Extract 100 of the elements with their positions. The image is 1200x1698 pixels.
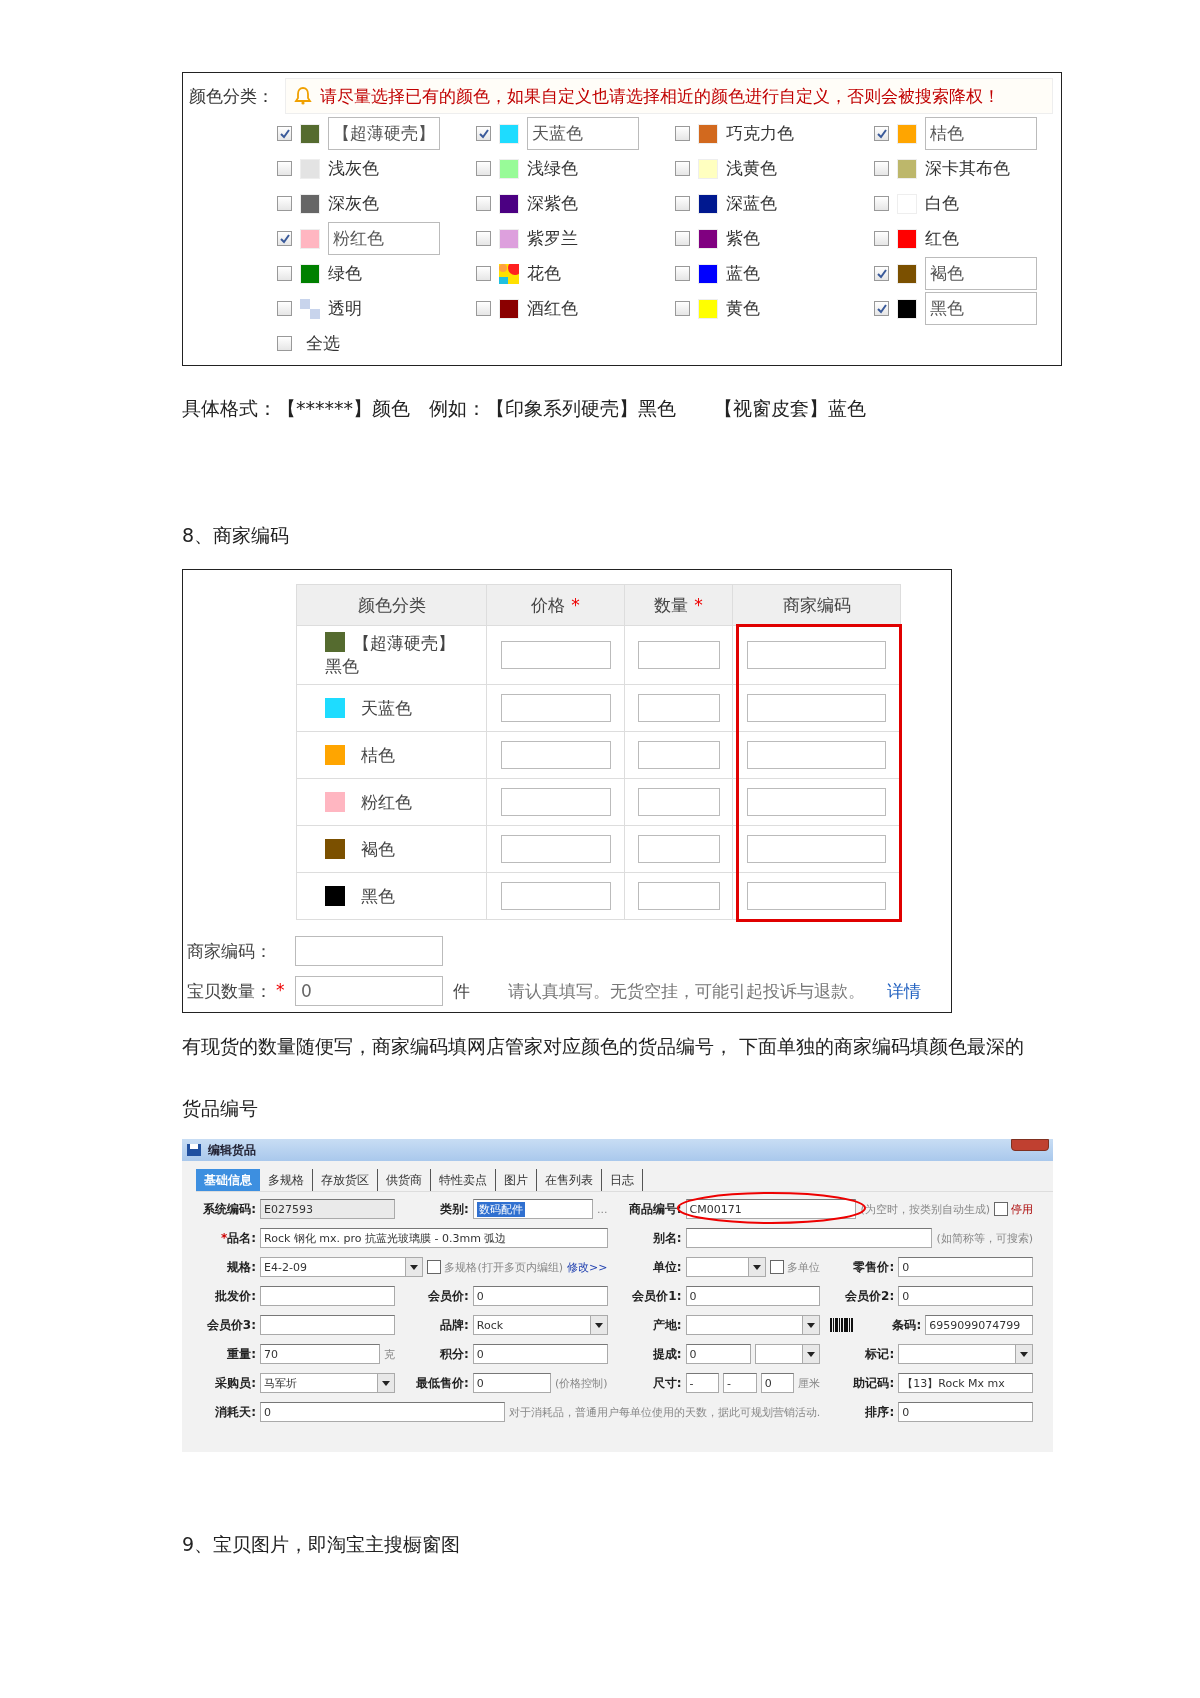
text-field[interactable]: 70: [260, 1344, 380, 1364]
field-label: 提成:: [652, 1346, 682, 1361]
text-field[interactable]: 0: [260, 1402, 505, 1422]
required-mark: *: [276, 979, 285, 1002]
color-name: 【超薄硬壳】黑色: [325, 632, 456, 678]
color-name-field[interactable]: 天蓝色: [527, 117, 639, 150]
details-link[interactable]: 详情: [887, 979, 921, 1003]
field-label: 别名:: [652, 1230, 682, 1245]
text-field[interactable]: CM00171: [685, 1199, 857, 1219]
dropdown[interactable]: E4-2-09: [260, 1257, 424, 1277]
field-label: 尺寸:: [652, 1375, 682, 1390]
tab[interactable]: 多规格: [260, 1169, 313, 1191]
color-name: 褐色: [361, 837, 395, 861]
color-name: 浅灰色: [328, 157, 379, 180]
color-name: 黑色: [361, 884, 395, 908]
field-label: 批发价:: [215, 1288, 256, 1303]
text-field[interactable]: -: [685, 1373, 720, 1393]
field-label: 排序:: [865, 1404, 895, 1419]
hint-text: 请认真填写。无货空挂，可能引起投诉与退款。: [508, 979, 865, 1003]
column-header: 价格 *: [487, 585, 625, 626]
color-name: 花色: [527, 262, 561, 285]
text-field[interactable]: Rock 钢化 mx. pro 抗蓝光玻璃膜 - 0.3mm 弧边: [260, 1228, 608, 1248]
color-name: 粉红色: [361, 790, 412, 814]
field-label: 会员价2:: [845, 1288, 895, 1303]
input-field[interactable]: 0: [295, 976, 443, 1006]
field-label: 规格:: [227, 1259, 256, 1274]
hint-text: (价格控制): [554, 1375, 608, 1391]
color-name: 巧克力色: [726, 122, 794, 145]
text-field[interactable]: 0: [472, 1286, 608, 1306]
window-title: 编辑货品: [208, 1141, 256, 1159]
color-name-field[interactable]: 褐色: [925, 257, 1037, 290]
color-name: 深卡其布色: [925, 157, 1010, 180]
tab[interactable]: 图片: [496, 1169, 537, 1191]
field-label: 会员价3:: [206, 1317, 256, 1332]
unit-label: ...: [597, 1202, 608, 1216]
text-field[interactable]: 0: [760, 1373, 795, 1393]
color-name: 深灰色: [328, 192, 379, 215]
field-label: 单位:: [652, 1259, 682, 1274]
tab[interactable]: 存放货区: [313, 1169, 378, 1191]
text-field[interactable]: 【13】Rock Mx mx: [898, 1373, 1033, 1393]
field-label: 采购员:: [215, 1375, 256, 1390]
field-label: 助记码:: [853, 1375, 895, 1390]
hint-text: (如简称等，可搜索): [936, 1230, 1033, 1246]
field-label: 宝贝数量：: [187, 979, 272, 1003]
unit-label: 厘米: [798, 1375, 821, 1391]
notice-text: 请尽量选择已有的颜色，如果自定义也请选择相近的颜色进行自定义，否则会被搜索降权！: [320, 84, 1000, 108]
text-field[interactable]: 0: [898, 1402, 1033, 1422]
color-name: 透明: [328, 297, 362, 320]
text-field[interactable]: 0: [472, 1344, 608, 1364]
tab[interactable]: 特性卖点: [431, 1169, 496, 1191]
checkbox-label: 多规格(打开多页内编组): [444, 1259, 564, 1275]
field-label: 积分:: [439, 1346, 469, 1361]
color-name-field[interactable]: 黑色: [925, 292, 1037, 325]
color-name: 蓝色: [726, 262, 760, 285]
field-label: 品名:: [227, 1230, 256, 1245]
color-name: 紫罗兰: [527, 227, 578, 250]
field-label: 重量:: [227, 1346, 256, 1361]
color-name: 黄色: [726, 297, 760, 320]
text-field[interactable]: 数码配件: [472, 1199, 593, 1219]
paragraph: 有现货的数量随便写，商家编码填网店管家对应颜色的货品编号， 下面单独的商家编码填颜色最深的货品编号: [182, 1034, 1026, 1121]
text-field[interactable]: 0: [898, 1286, 1033, 1306]
field-label: 条码:: [892, 1317, 922, 1332]
text-field[interactable]: 0: [685, 1286, 821, 1306]
dropdown[interactable]: 马军圻: [260, 1373, 395, 1393]
color-name-field[interactable]: 桔色: [925, 117, 1037, 150]
unit-label: 件: [453, 979, 470, 1003]
field-label: 会员价:: [427, 1288, 469, 1303]
text-field[interactable]: 0: [898, 1257, 1033, 1277]
format-note: 具体格式：【******】颜色 例如：【印象系列硬壳】黑色 【视窗皮套】蓝色: [182, 396, 867, 420]
tab[interactable]: 供货商: [378, 1169, 431, 1191]
color-name: 浅黄色: [726, 157, 777, 180]
color-name-field[interactable]: 【超薄硬壳】: [328, 117, 440, 150]
tab[interactable]: 在售列表: [537, 1169, 602, 1191]
tab[interactable]: 日志: [602, 1169, 643, 1191]
text-field[interactable]: 0: [472, 1373, 551, 1393]
column-header: 颜色分类: [297, 585, 487, 626]
color-name: 天蓝色: [361, 696, 412, 720]
field-label: 零售价:: [853, 1259, 895, 1274]
text-field[interactable]: E027593: [260, 1199, 395, 1219]
checkbox-label: 停用: [1011, 1201, 1033, 1217]
select-all-label: 全选: [306, 332, 340, 355]
color-name: 深紫色: [527, 192, 578, 215]
field-label: 标记:: [865, 1346, 895, 1361]
field-label: 商家编码：: [187, 939, 273, 963]
color-name: 红色: [925, 227, 959, 250]
color-name: 绿色: [328, 262, 362, 285]
color-name: 紫色: [726, 227, 760, 250]
section-heading: 8、商家编码: [182, 523, 291, 547]
text-field[interactable]: 6959099074799: [925, 1315, 1033, 1335]
field-label: 颜色分类：: [189, 84, 275, 108]
color-name: 深蓝色: [726, 192, 777, 215]
field-label: 最低售价:: [415, 1375, 469, 1390]
field-label: 品牌:: [439, 1317, 469, 1332]
checkbox-label: 多单位: [787, 1259, 821, 1275]
unit-label: 克: [383, 1346, 395, 1362]
edit-link[interactable]: 修改>>: [567, 1259, 608, 1275]
text-field[interactable]: 0: [685, 1344, 751, 1364]
color-name-field[interactable]: 粉红色: [328, 222, 440, 255]
text-field[interactable]: -: [723, 1373, 757, 1393]
dropdown[interactable]: Rock: [472, 1315, 608, 1335]
